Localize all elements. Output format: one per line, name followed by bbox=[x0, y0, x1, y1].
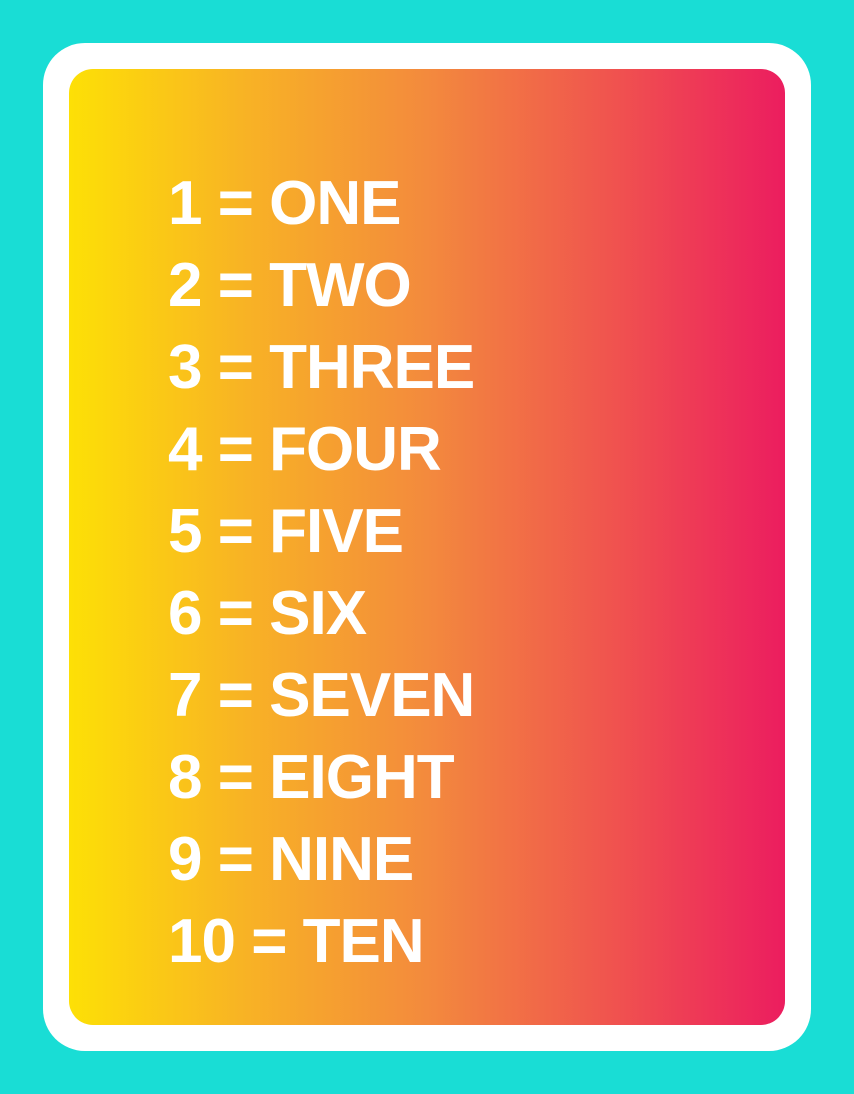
number-row-3: 3 = THREE bbox=[168, 333, 475, 402]
number-row-4: 4 = FOUR bbox=[168, 415, 442, 484]
gradient-card: 1 = ONE 2 = TWO 3 = THREE 4 = FOUR 5 = F… bbox=[69, 69, 785, 1025]
number-row-10: 10 = TEN bbox=[168, 907, 425, 976]
white-frame: 1 = ONE 2 = TWO 3 = THREE 4 = FOUR 5 = F… bbox=[43, 43, 811, 1051]
number-word-list: 1 = ONE 2 = TWO 3 = THREE 4 = FOUR 5 = F… bbox=[168, 163, 475, 983]
number-row-7: 7 = SEVEN bbox=[168, 661, 475, 730]
number-row-2: 2 = TWO bbox=[168, 251, 412, 320]
number-row-5: 5 = FIVE bbox=[168, 497, 404, 566]
number-row-9: 9 = NINE bbox=[168, 825, 414, 894]
number-row-6: 6 = SIX bbox=[168, 579, 367, 648]
number-row-8: 8 = EIGHT bbox=[168, 743, 455, 812]
number-row-1: 1 = ONE bbox=[168, 169, 402, 238]
